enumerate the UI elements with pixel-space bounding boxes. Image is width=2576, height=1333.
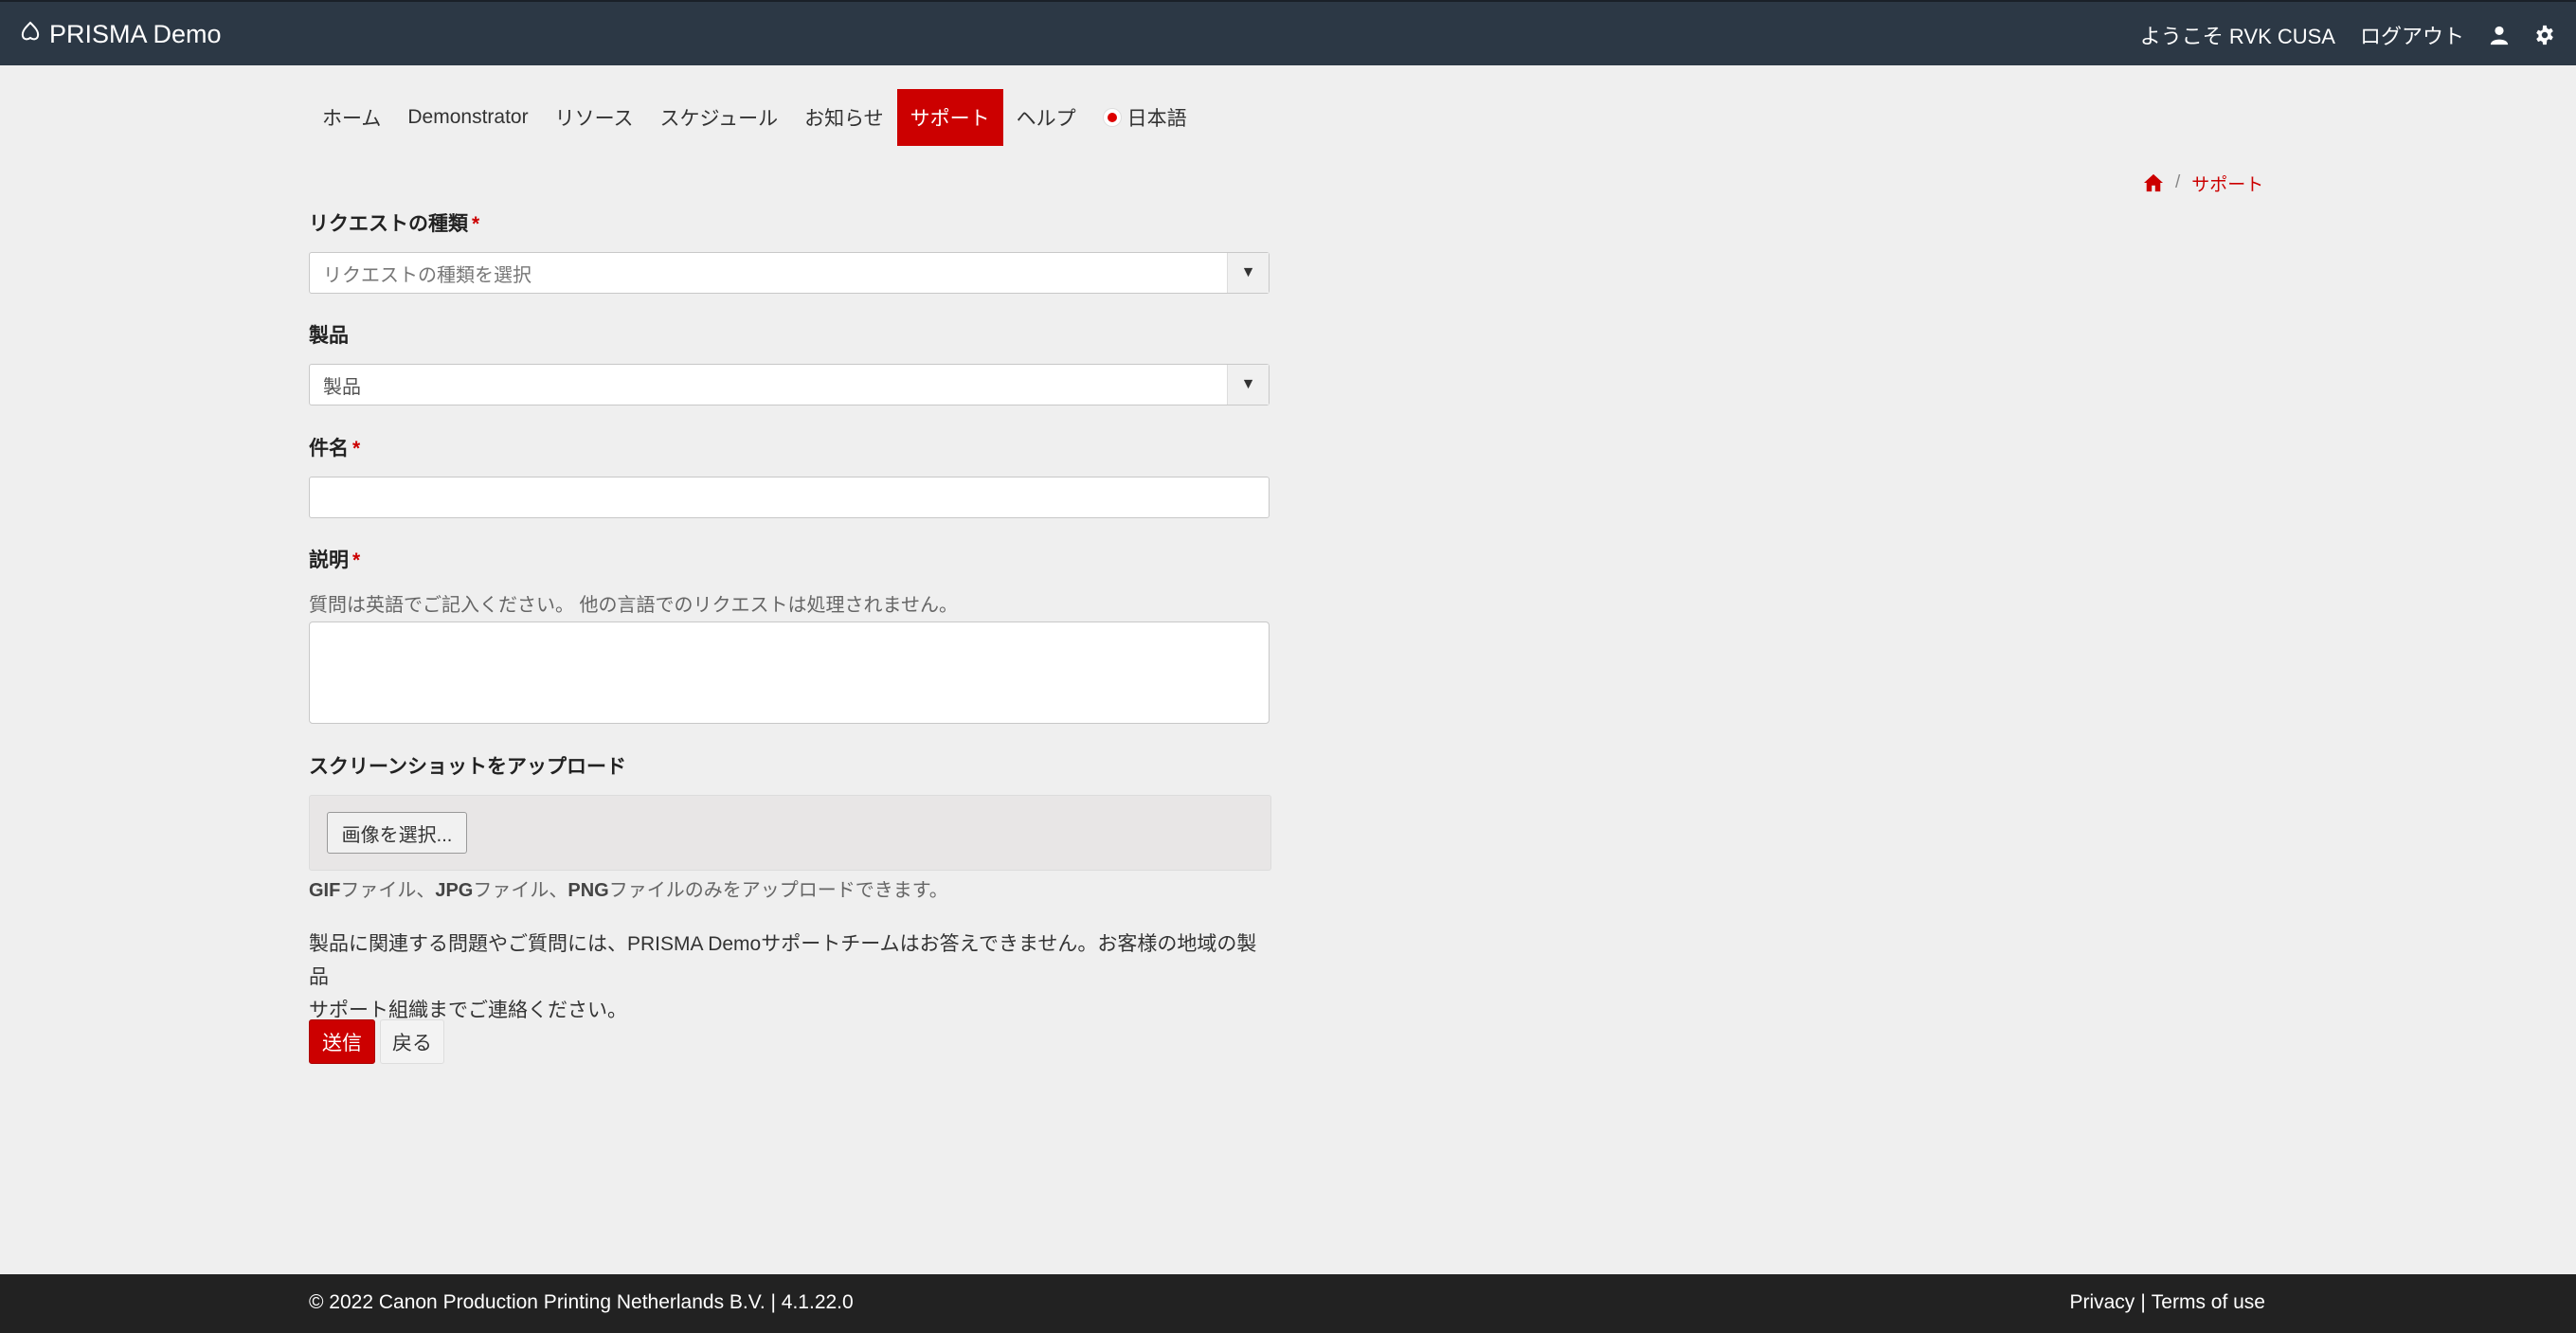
choose-image-button[interactable]: 画像を選択... bbox=[327, 812, 467, 854]
request-type-label: リクエストの種類 * bbox=[309, 213, 480, 235]
nav-item-notices[interactable]: お知らせ bbox=[791, 89, 897, 146]
nav-item-demonstrator[interactable]: Demonstrator bbox=[394, 89, 541, 146]
footer-separator: | bbox=[2140, 1291, 2146, 1313]
top-bar: PRISMA Demo ようこそ RVK CUSA ログアウト bbox=[0, 0, 2576, 65]
support-notice: 製品に関連する問題やご質問には、PRISMA Demoサポートチームはお答えでき… bbox=[309, 933, 1257, 1021]
caret-down-icon[interactable]: ▼ bbox=[1227, 253, 1269, 293]
caret-down-icon[interactable]: ▼ bbox=[1227, 365, 1269, 405]
home-icon[interactable] bbox=[2143, 173, 2164, 192]
copyright-text: © 2022 Canon Production Printing Netherl… bbox=[309, 1291, 854, 1313]
product-value: 製品 bbox=[323, 376, 361, 398]
welcome-text: ようこそ RVK CUSA bbox=[2139, 25, 2335, 48]
upload-label: スクリーンショットをアップロード bbox=[309, 756, 626, 778]
brand-name: PRISMA Demo bbox=[49, 19, 222, 48]
nav-item-schedule[interactable]: スケジュール bbox=[647, 89, 792, 146]
subject-label: 件名 * bbox=[309, 438, 361, 459]
file-types-note: GIFファイル、JPGファイル、PNGファイルのみをアップロードできます。 bbox=[309, 880, 948, 901]
upload-box: 画像を選択... bbox=[309, 795, 1271, 871]
subject-input[interactable] bbox=[309, 477, 1270, 518]
gear-icon[interactable] bbox=[2534, 25, 2555, 45]
nav-item-support[interactable]: サポート bbox=[896, 89, 1003, 146]
product-label: 製品 bbox=[309, 325, 349, 347]
nav-item-resources[interactable]: リソース bbox=[542, 89, 647, 146]
terms-link[interactable]: Terms of use bbox=[2152, 1291, 2265, 1314]
submit-button[interactable]: 送信 bbox=[309, 1019, 375, 1064]
japan-flag-icon bbox=[1102, 108, 1122, 127]
user-icon[interactable] bbox=[2489, 25, 2510, 45]
description-textarea[interactable] bbox=[309, 621, 1270, 724]
nav-item-help[interactable]: ヘルプ bbox=[1003, 89, 1090, 146]
logo-icon bbox=[19, 20, 42, 49]
description-help: 質問は英語でご記入ください。 他の言語でのリクエストは処理されません。 bbox=[309, 595, 958, 616]
logout-link[interactable]: ログアウト bbox=[2360, 20, 2464, 50]
breadcrumb-separator: / bbox=[2175, 172, 2181, 192]
brand[interactable]: PRISMA Demo bbox=[19, 18, 222, 50]
back-button[interactable]: 戻る bbox=[380, 1019, 444, 1064]
main-nav: ホーム Demonstrator リソース スケジュール お知らせ サポート ヘ… bbox=[309, 89, 1200, 146]
footer: © 2022 Canon Production Printing Netherl… bbox=[0, 1274, 2576, 1333]
description-label: 説明 * bbox=[309, 549, 361, 571]
request-type-value: リクエストの種類を選択 bbox=[323, 264, 531, 286]
privacy-link[interactable]: Privacy bbox=[2069, 1291, 2135, 1314]
nav-item-home[interactable]: ホーム bbox=[309, 89, 394, 146]
breadcrumb-current: サポート bbox=[2191, 174, 2264, 195]
breadcrumb: / サポート bbox=[2143, 169, 2263, 197]
request-type-select[interactable]: リクエストの種類を選択 ▼ bbox=[309, 252, 1270, 294]
product-select[interactable]: 製品 ▼ bbox=[309, 364, 1270, 405]
nav-item-language[interactable]: 日本語 bbox=[1090, 89, 1200, 146]
